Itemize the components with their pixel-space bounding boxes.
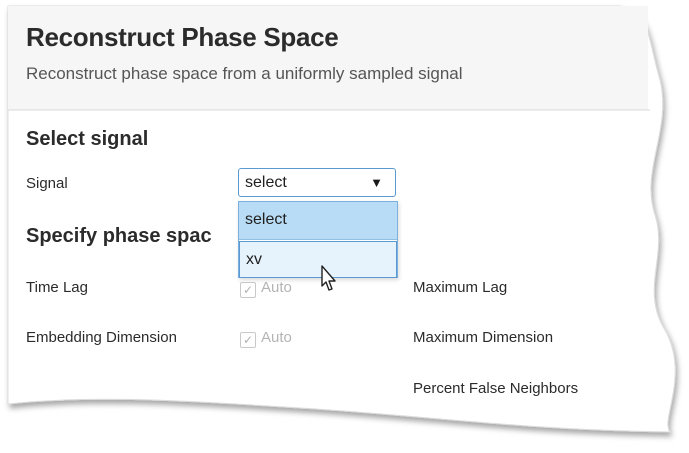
triangle-down-icon: ▼ xyxy=(370,175,383,190)
percent-false-neighbors-label: Percent False Neighbors xyxy=(413,380,579,397)
signal-select-value: select xyxy=(245,174,287,191)
signal-label: Signal xyxy=(26,175,68,192)
page-title: Reconstruct Phase Space xyxy=(26,22,339,52)
time-lag-auto-label: Auto xyxy=(261,279,292,296)
checkmark-icon: ✓ xyxy=(240,282,256,298)
page-subtitle: Reconstruct phase space from a uniformly… xyxy=(26,64,463,83)
checkmark-icon: ✓ xyxy=(240,332,256,348)
maximum-lag-label: Maximum Lag xyxy=(413,279,508,296)
signal-select[interactable]: select ▼ xyxy=(238,168,396,197)
embedding-auto-label: Auto xyxy=(261,329,292,346)
dropdown-option-select[interactable]: select xyxy=(239,202,397,240)
phase-space-heading: Specify phase spac xyxy=(26,225,212,247)
time-lag-label: Time Lag xyxy=(26,279,88,296)
time-lag-auto-checkbox[interactable]: ✓ Auto xyxy=(240,279,292,298)
mouse-pointer-icon xyxy=(321,265,336,291)
embedding-auto-checkbox[interactable]: ✓ Auto xyxy=(240,329,292,348)
select-signal-heading: Select signal xyxy=(26,128,149,150)
screenshot-stage: Reconstruct Phase Space Reconstruct phas… xyxy=(0,0,689,453)
maximum-dimension-label: Maximum Dimension xyxy=(413,329,554,346)
embedding-dimension-label: Embedding Dimension xyxy=(26,329,177,346)
